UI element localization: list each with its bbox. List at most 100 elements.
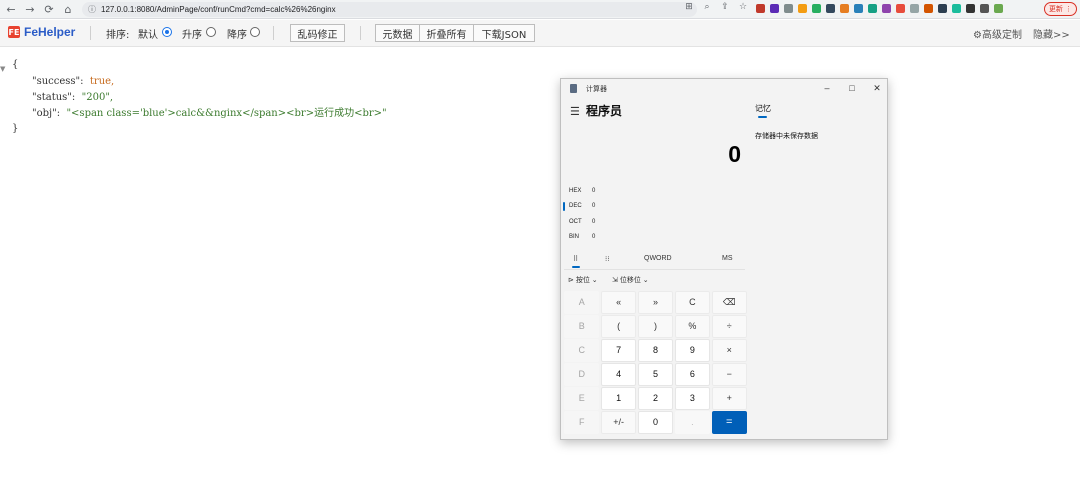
memory-store-button[interactable]: MS [722,255,733,262]
calc-key[interactable]: » [637,291,674,314]
sidebar-icon[interactable] [980,4,989,13]
calc-key[interactable]: 4 [600,363,637,386]
home-icon[interactable]: ⌂ [60,1,76,17]
sort-asc-radio[interactable] [206,27,216,37]
calculator-display: 0 [728,141,741,167]
sort-asc-label: 升序 [182,30,202,41]
extension-icon[interactable] [826,4,835,13]
back-icon[interactable]: ← [3,1,19,17]
hamburger-menu-icon[interactable]: ☰ [570,105,580,118]
extension-icon[interactable] [938,4,947,13]
calc-key[interactable]: = [711,411,747,434]
puzzle-icon[interactable] [966,4,975,13]
json-value: true, [89,76,115,87]
bookmark-star-icon[interactable]: ☆ [737,2,749,12]
calc-key[interactable]: 1 [600,387,637,410]
info-icon[interactable]: ⓘ [88,4,96,15]
calc-key[interactable]: × [711,339,747,362]
extension-icon[interactable] [798,4,807,13]
calculator-mode-title: 程序员 [586,104,623,118]
radix-bin[interactable]: BIN 0 [569,231,595,243]
share-icon[interactable]: ⇪ [719,2,731,12]
sort-default-radio[interactable] [162,27,172,37]
sort-desc-label: 降序 [227,30,247,41]
json-value: "<span class='blue'>calc&&nginx</span><b… [66,108,387,119]
extension-icon[interactable] [756,4,765,13]
extension-icon[interactable] [770,4,779,13]
reload-icon[interactable]: ⟳ [41,1,57,17]
extension-icon[interactable] [840,4,849,13]
calc-key[interactable]: +/- [600,411,637,434]
radix-name: OCT [569,219,582,225]
calc-key[interactable]: ⌫ [711,291,747,314]
calc-key[interactable]: 3 [674,387,711,410]
calc-key[interactable]: « [600,291,637,314]
hide-toolbar-link[interactable]: 隐藏>> [1033,26,1070,41]
zoom-icon[interactable]: ⌕ [701,2,713,12]
extension-icon[interactable] [896,4,905,13]
update-button[interactable]: 更新 ⋮ [1044,2,1077,16]
full-keypad-icon[interactable]: ⠿ [573,255,578,263]
extension-icon[interactable] [882,4,891,13]
calc-key: E [564,387,600,410]
bitshift-icon: ⇲ [612,277,618,284]
sort-label: 排序: [106,30,130,41]
calc-key[interactable]: 7 [600,339,637,362]
forward-icon[interactable]: → [22,1,38,17]
minimize-icon[interactable]: – [820,81,834,95]
extension-icon[interactable] [952,4,961,13]
maximize-icon[interactable]: □ [845,81,859,95]
extension-icon[interactable] [910,4,919,13]
calc-key: D [564,363,600,386]
profile-icon[interactable] [994,4,1003,13]
calc-key[interactable]: − [711,363,747,386]
calc-key[interactable]: ) [637,315,674,338]
bitwise-dropdown[interactable]: ⊳ 按位 ⌄ [568,275,598,285]
calc-key[interactable]: + [711,387,747,410]
fix-garbled-button[interactable]: 乱码修正 [290,24,345,42]
toolbar-divider [90,26,91,40]
calc-key[interactable]: 0 [637,411,674,434]
memory-tab[interactable]: 记忆 [755,103,771,114]
bitwise-icon: ⊳ [568,277,574,284]
extension-icon[interactable] [854,4,863,13]
extension-icon[interactable] [868,4,877,13]
calc-key[interactable]: 2 [637,387,674,410]
collapse-toggle-icon[interactable]: ▼ [0,63,5,77]
collapse-all-button[interactable]: 折叠所有 [419,24,474,42]
calc-key[interactable]: ÷ [711,315,747,338]
address-bar[interactable]: ⓘ 127.0.0.1:8080/AdminPage/conf/runCmd?c… [82,1,697,17]
json-close-brace: } [12,123,19,134]
calc-key[interactable]: 8 [637,339,674,362]
extension-icon[interactable] [924,4,933,13]
extension-icon[interactable] [784,4,793,13]
url-text: 127.0.0.1:8080/AdminPage/conf/runCmd?cmd… [101,4,336,14]
extension-icon[interactable] [812,4,821,13]
radix-oct[interactable]: OCT 0 [569,216,595,228]
calc-key[interactable]: ( [600,315,637,338]
calc-key[interactable]: 6 [674,363,711,386]
bit-toggle-keypad-icon[interactable]: ⁝⁝ [605,255,609,263]
calc-key[interactable]: 5 [637,363,674,386]
radix-dec[interactable]: DEC 0 [569,200,595,212]
memory-tab-indicator [758,116,767,118]
calculator-titlebar[interactable]: 计算器 – □ ✕ [561,79,887,97]
toolbar-divider [273,26,274,40]
radix-hex[interactable]: HEX 0 [569,185,595,197]
close-icon[interactable]: ✕ [870,81,884,95]
advanced-settings-link[interactable]: ⚙高级定制 [973,26,1022,41]
raw-data-button[interactable]: 元数据 [375,24,420,42]
calculator-keypad: A «» C ⌫ B()% ÷ C 7 8 9 × D 4 5 6− E 1 2 3 + F +/- 0. = [564,291,747,434]
json-row-status: "status": "200", [32,91,113,105]
calc-key[interactable]: C [674,291,711,314]
json-row-obj: "obj": "<span class='blue'>calc&&nginx</… [32,107,387,121]
sort-desc-radio[interactable] [250,27,260,37]
translate-icon[interactable]: ⊞ [683,2,695,12]
word-size-button[interactable]: QWORD [644,255,672,262]
calc-key[interactable]: % [674,315,711,338]
download-json-button[interactable]: 下载JSON [473,24,535,42]
calc-key[interactable]: 9 [674,339,711,362]
keypad-tab-indicator [572,266,580,268]
bitshift-dropdown[interactable]: ⇲ 位移位 ⌄ [612,275,649,285]
browser-toolbar: ← → ⟳ ⌂ ⓘ 127.0.0.1:8080/AdminPage/conf/… [0,0,1080,19]
